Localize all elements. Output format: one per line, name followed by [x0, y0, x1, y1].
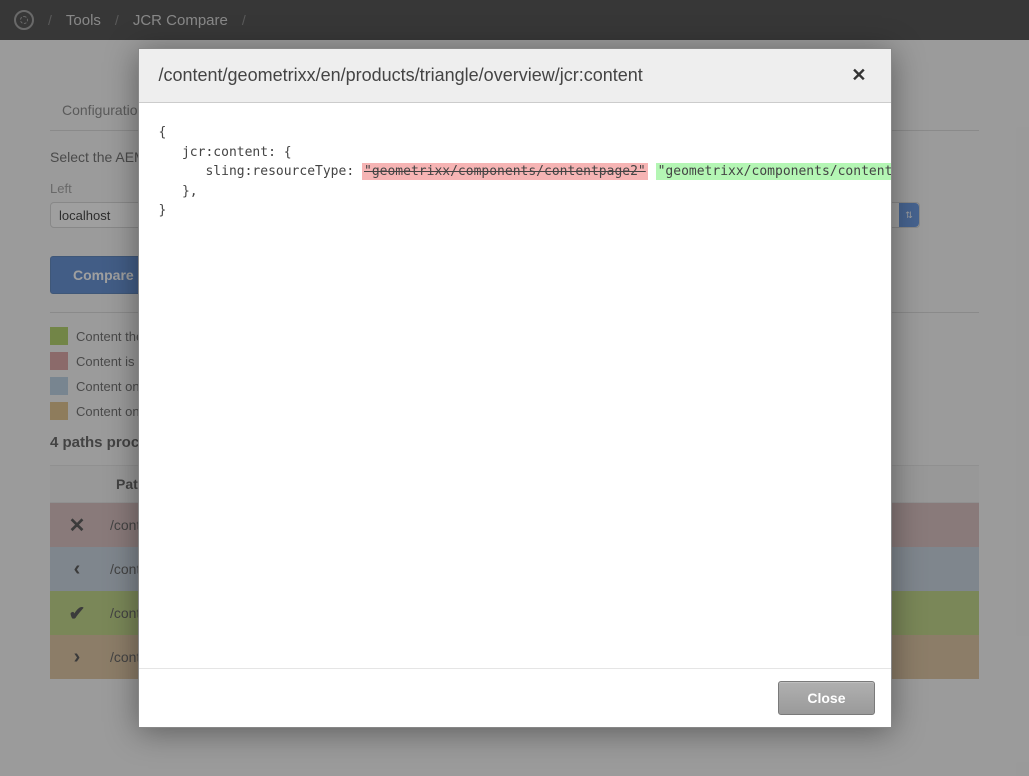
diff-line-prefix: sling:resourceType:	[159, 164, 363, 179]
modal-footer: Close	[139, 668, 891, 727]
diff-line: jcr:content: {	[159, 145, 292, 160]
diff-added: "geometrixx/components/contentpage"	[656, 163, 891, 180]
modal-overlay[interactable]: /content/geometrixx/en/products/triangle…	[0, 0, 1029, 776]
modal-title: /content/geometrixx/en/products/triangle…	[159, 65, 643, 86]
diff-modal: /content/geometrixx/en/products/triangle…	[138, 48, 892, 728]
modal-body: { jcr:content: { sling:resourceType: "ge…	[139, 103, 891, 668]
close-icon[interactable]: ✕	[847, 65, 870, 86]
diff-deleted: "geometrixx/components/contentpage2"	[362, 163, 648, 180]
close-button[interactable]: Close	[778, 681, 874, 715]
diff-line: },	[159, 184, 198, 199]
modal-header: /content/geometrixx/en/products/triangle…	[139, 49, 891, 103]
diff-line: {	[159, 125, 167, 140]
diff-line: }	[159, 203, 167, 218]
